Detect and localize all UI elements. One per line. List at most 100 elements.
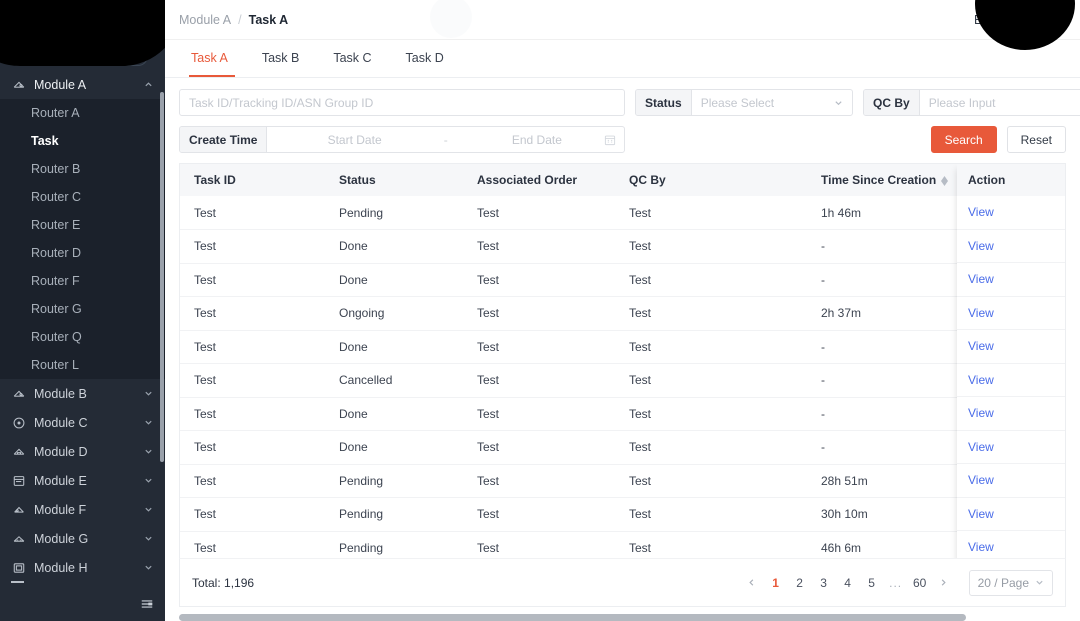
- sidebar-item-router-b[interactable]: Router B: [0, 155, 165, 183]
- sidebar-item-router-c[interactable]: Router C: [0, 183, 165, 211]
- search-input-placeholder: Task ID/Tracking ID/ASN Group ID: [189, 95, 374, 110]
- date-range-input[interactable]: Start Date - End Date: [267, 127, 624, 152]
- sidebar-group-module-e[interactable]: Module E: [0, 466, 165, 495]
- chevron-left-icon[interactable]: [741, 572, 763, 594]
- sidebar-group-module-h[interactable]: Module H: [0, 553, 165, 582]
- sidebar-nav-scroll[interactable]: Module A Router A Task Router B Router C…: [0, 70, 165, 591]
- header-actions: English: [974, 0, 1066, 40]
- table-row[interactable]: Test Done Test Test - 20: [180, 397, 1065, 431]
- view-link[interactable]: View: [968, 239, 994, 253]
- view-link[interactable]: View: [968, 540, 994, 554]
- page-size-select[interactable]: 20 / Page: [968, 569, 1053, 596]
- sidebar-item-task[interactable]: Task: [0, 127, 165, 155]
- table-row[interactable]: Test Pending Test Test 1h 46m 20: [180, 196, 1065, 230]
- chevron-right-icon[interactable]: [933, 572, 955, 594]
- table-row[interactable]: Test Done Test Test - 20: [180, 430, 1065, 465]
- view-link[interactable]: View: [968, 373, 994, 387]
- avatar[interactable]: [1040, 7, 1066, 33]
- sidebar-group-module-b[interactable]: Module B: [0, 379, 165, 408]
- chevron-down-icon: [143, 389, 153, 399]
- table-row[interactable]: Test Cancelled Test Test - 20: [180, 363, 1065, 398]
- view-link[interactable]: View: [968, 272, 994, 286]
- cell-associated-order: Test: [463, 196, 615, 230]
- sidebar-logo-plate: [8, 46, 148, 66]
- page-4[interactable]: 4: [837, 572, 859, 594]
- view-link[interactable]: View: [968, 406, 994, 420]
- window-icon: [11, 473, 26, 488]
- page-5[interactable]: 5: [861, 572, 883, 594]
- end-date-placeholder: End Date: [511, 132, 562, 147]
- table-row[interactable]: Test Pending Test Test 28h 51m 20: [180, 464, 1065, 498]
- sidebar-item-router-q[interactable]: Router Q: [0, 323, 165, 351]
- filter-area: Task ID/Tracking ID/ASN Group ID Status …: [165, 78, 1080, 153]
- column-header-associated-order[interactable]: Associated Order: [463, 164, 615, 196]
- sidebar-group-module-g[interactable]: Module G: [0, 524, 165, 553]
- cell-time-since-creation: 2h 37m: [807, 296, 952, 331]
- column-header-qc-by[interactable]: QC By: [615, 164, 807, 196]
- table-row[interactable]: Test Done Test Test - 20: [180, 229, 1065, 264]
- cell-time-since-creation: -: [807, 229, 952, 264]
- column-header-task-id[interactable]: Task ID: [180, 164, 325, 196]
- sidebar-group-module-d[interactable]: Module D: [0, 437, 165, 466]
- tab-task-d[interactable]: Task D: [389, 39, 461, 77]
- sidebar-group-label: Module A: [34, 77, 87, 92]
- sidebar-scrollbar[interactable]: [160, 92, 164, 462]
- table-row[interactable]: Test Pending Test Test 30h 10m 20: [180, 497, 1065, 532]
- view-link[interactable]: View: [968, 473, 994, 487]
- view-link[interactable]: View: [968, 306, 994, 320]
- sort-icon[interactable]: [941, 175, 949, 186]
- breadcrumb: Module A / Task A: [179, 13, 288, 27]
- breadcrumb-parent[interactable]: Module A: [179, 13, 231, 27]
- sidebar-group-module-a[interactable]: Module A: [0, 70, 165, 99]
- main-content: Module A / Task A English Task A Task B …: [165, 0, 1080, 621]
- top-header-bar: Module A / Task A English: [165, 0, 1080, 40]
- sidebar-item-router-g[interactable]: Router G: [0, 295, 165, 323]
- page-1[interactable]: 1: [765, 572, 787, 594]
- tab-task-b[interactable]: Task B: [245, 39, 317, 77]
- view-link[interactable]: View: [968, 205, 994, 219]
- sidebar-item-router-f[interactable]: Router F: [0, 267, 165, 295]
- calendar-icon[interactable]: [604, 134, 616, 146]
- cell-task-id: Test: [180, 497, 325, 532]
- tab-task-c[interactable]: Task C: [316, 39, 388, 77]
- tab-bar: Task A Task B Task C Task D: [165, 40, 1080, 78]
- sidebar-item-router-d[interactable]: Router D: [0, 239, 165, 267]
- view-link[interactable]: View: [968, 440, 994, 454]
- view-link[interactable]: View: [968, 339, 994, 353]
- table-row[interactable]: Test Done Test Test - 20: [180, 330, 1065, 364]
- page-60[interactable]: 60: [909, 572, 931, 594]
- column-header-status[interactable]: Status: [325, 164, 463, 196]
- range-dash: -: [443, 132, 448, 147]
- table-row[interactable]: Test Ongoing Test Test 2h 37m 20: [180, 296, 1065, 331]
- sidebar-group-label: Module H: [34, 560, 88, 575]
- status-select[interactable]: Status Please Select: [635, 89, 853, 116]
- qc-by-field[interactable]: QC By Please Input: [863, 89, 1080, 116]
- cell-status: Done: [325, 430, 463, 465]
- cell-task-id: Test: [180, 430, 325, 465]
- search-input[interactable]: Task ID/Tracking ID/ASN Group ID: [179, 89, 625, 116]
- qc-by-input[interactable]: Please Input: [920, 90, 1080, 115]
- sidebar-group-partial[interactable]: [0, 579, 165, 591]
- reset-button[interactable]: Reset: [1006, 126, 1066, 153]
- menu-collapse-icon[interactable]: [140, 597, 154, 616]
- sidebar-group-module-f[interactable]: Module F: [0, 495, 165, 524]
- cell-status: Cancelled: [325, 363, 463, 398]
- sidebar-item-router-l[interactable]: Router L: [0, 351, 165, 379]
- table-row[interactable]: Test Done Test Test - 20: [180, 263, 1065, 297]
- page-2[interactable]: 2: [789, 572, 811, 594]
- search-button[interactable]: Search: [930, 126, 997, 153]
- page-3[interactable]: 3: [813, 572, 835, 594]
- tab-task-a[interactable]: Task A: [179, 39, 245, 77]
- sidebar-item-router-e[interactable]: Router E: [0, 211, 165, 239]
- language-selector[interactable]: English: [974, 13, 1028, 27]
- create-time-range[interactable]: Create Time Start Date - End Date: [179, 126, 625, 153]
- user-avatar-icon: [1044, 9, 1062, 32]
- status-value[interactable]: Please Select: [692, 90, 852, 115]
- table-horizontal-scrollbar[interactable]: [179, 614, 966, 621]
- chevron-down-icon: [143, 476, 153, 486]
- sidebar-item-router-a[interactable]: Router A: [0, 99, 165, 127]
- page-ellipsis[interactable]: ...: [885, 572, 907, 594]
- view-link[interactable]: View: [968, 507, 994, 521]
- column-header-time-since-creation[interactable]: Time Since Creation: [807, 164, 952, 196]
- sidebar-group-module-c[interactable]: Module C: [0, 408, 165, 437]
